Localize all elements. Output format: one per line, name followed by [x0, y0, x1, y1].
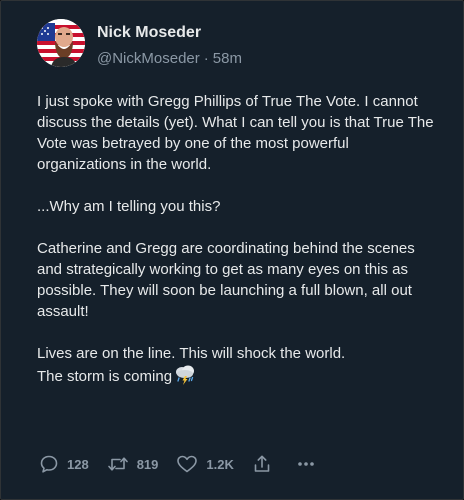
- like-button[interactable]: 1.2K: [176, 454, 234, 474]
- more-icon: [298, 462, 314, 466]
- tweet-paragraph-2: ...Why am I telling you this?: [37, 198, 221, 215]
- retweet-count: 819: [136, 456, 159, 472]
- author-info: Nick Moseder @NickMoseder · 58m: [97, 23, 242, 69]
- like-count: 1.2K: [206, 456, 234, 472]
- more-button[interactable]: [296, 454, 316, 474]
- tweet-header: Nick Moseder @NickMoseder · 58m: [37, 19, 437, 79]
- cloud-with-lightning-and-rain-icon: [174, 364, 196, 392]
- tweet-card: Nick Moseder @NickMoseder · 58m I just spo…: [0, 0, 464, 500]
- display-name[interactable]: Nick Moseder: [97, 23, 242, 43]
- meta-separator: ·: [203, 50, 209, 67]
- avatar[interactable]: [37, 19, 85, 67]
- timestamp[interactable]: 58m: [213, 50, 242, 67]
- tweet-actions: 128 819 1.2K: [39, 451, 359, 477]
- avatar-image: [37, 19, 85, 67]
- retweet-button[interactable]: 819: [107, 454, 159, 474]
- handle[interactable]: @NickMoseder: [97, 50, 200, 67]
- reply-button[interactable]: 128: [39, 454, 89, 474]
- tweet-paragraph-1: I just spoke with Gregg Phillips of True…: [37, 93, 434, 173]
- share-icon: [254, 455, 270, 472]
- reply-icon: [40, 455, 58, 473]
- heart-icon: [177, 455, 198, 473]
- share-button[interactable]: [252, 454, 272, 474]
- tweet-paragraph-4: Lives are on the line. This will shock t…: [37, 343, 437, 392]
- author-meta: @NickMoseder · 58m: [97, 49, 242, 69]
- tweet-paragraph-3: Catherine and Gregg are coordinating beh…: [37, 240, 415, 320]
- retweet-icon: [107, 457, 128, 471]
- tweet-text: I just spoke with Gregg Phillips of True…: [37, 91, 437, 413]
- reply-count: 128: [67, 456, 89, 472]
